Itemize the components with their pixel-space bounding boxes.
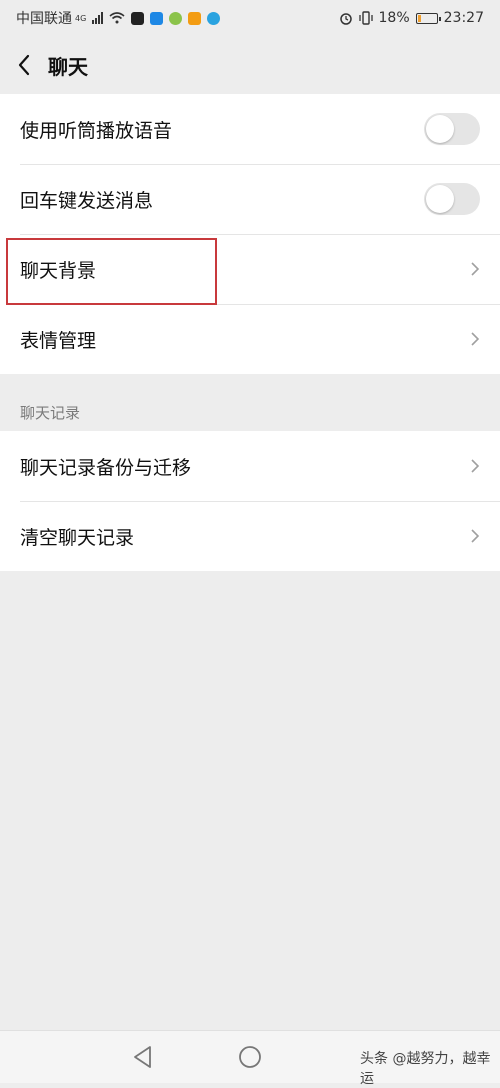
setting-row-enter-send[interactable]: 回车键发送消息 [0, 164, 500, 234]
watermark: 头条 @越努力，越幸运 [360, 1051, 491, 1087]
vibrate-icon [358, 11, 373, 25]
setting-label: 清空聊天记录 [20, 526, 135, 549]
setting-label: 聊天记录备份与迁移 [20, 456, 192, 479]
signal-icon [92, 12, 104, 24]
carrier-label: 中国联通 [16, 11, 72, 27]
chevron-right-icon [471, 332, 480, 346]
chevron-left-icon [18, 54, 30, 76]
capcut-icon [131, 11, 145, 25]
status-bar-left: 中国联通 4G [16, 8, 221, 28]
telegram-icon [207, 11, 221, 25]
chat-history-group: 聊天记录备份与迁移 清空聊天记录 [0, 431, 500, 571]
battery-percent: 18% [378, 10, 410, 26]
top-bar: 聊天 [0, 36, 500, 94]
setting-row-earpiece[interactable]: 使用听筒播放语音 [0, 94, 500, 164]
setting-row-sticker-management[interactable]: 表情管理 [0, 304, 500, 374]
setting-row-clear-history[interactable]: 清空聊天记录 [0, 501, 500, 571]
app-icon-blue [150, 11, 164, 25]
back-button[interactable] [0, 36, 48, 94]
settings-group: 使用听筒播放语音 回车键发送消息 聊天背景 表情管理 [0, 94, 500, 374]
wifi-icon [109, 12, 125, 24]
chevron-right-icon [471, 262, 480, 276]
status-bar-right: 18% 23:27 [339, 10, 484, 26]
toggle-knob [426, 185, 454, 213]
chevron-right-icon [471, 459, 480, 473]
battery-icon [415, 12, 441, 24]
app-icon-green [169, 11, 183, 25]
section-label-chat-history: 聊天记录 [20, 404, 81, 422]
toggle-knob [426, 115, 454, 143]
setting-row-chat-background[interactable]: 聊天背景 [0, 234, 500, 304]
nav-back-icon[interactable] [132, 1045, 154, 1069]
clock: 23:27 [443, 10, 484, 26]
setting-label: 回车键发送消息 [20, 189, 154, 212]
page-title: 聊天 [48, 54, 88, 79]
network-type-label: 4G [75, 13, 87, 23]
enter-send-toggle[interactable] [424, 183, 480, 215]
alarm-icon [339, 13, 352, 25]
setting-label: 聊天背景 [20, 259, 97, 282]
setting-row-backup-migrate[interactable]: 聊天记录备份与迁移 [0, 431, 500, 501]
nav-home-icon[interactable] [238, 1045, 262, 1069]
chevron-right-icon [471, 529, 480, 543]
status-bar: 中国联通 4G 18% 23:27 [0, 0, 500, 36]
setting-label: 表情管理 [20, 329, 97, 352]
app-icon-orange [188, 11, 202, 25]
earpiece-toggle[interactable] [424, 113, 480, 145]
setting-label: 使用听筒播放语音 [20, 119, 173, 142]
